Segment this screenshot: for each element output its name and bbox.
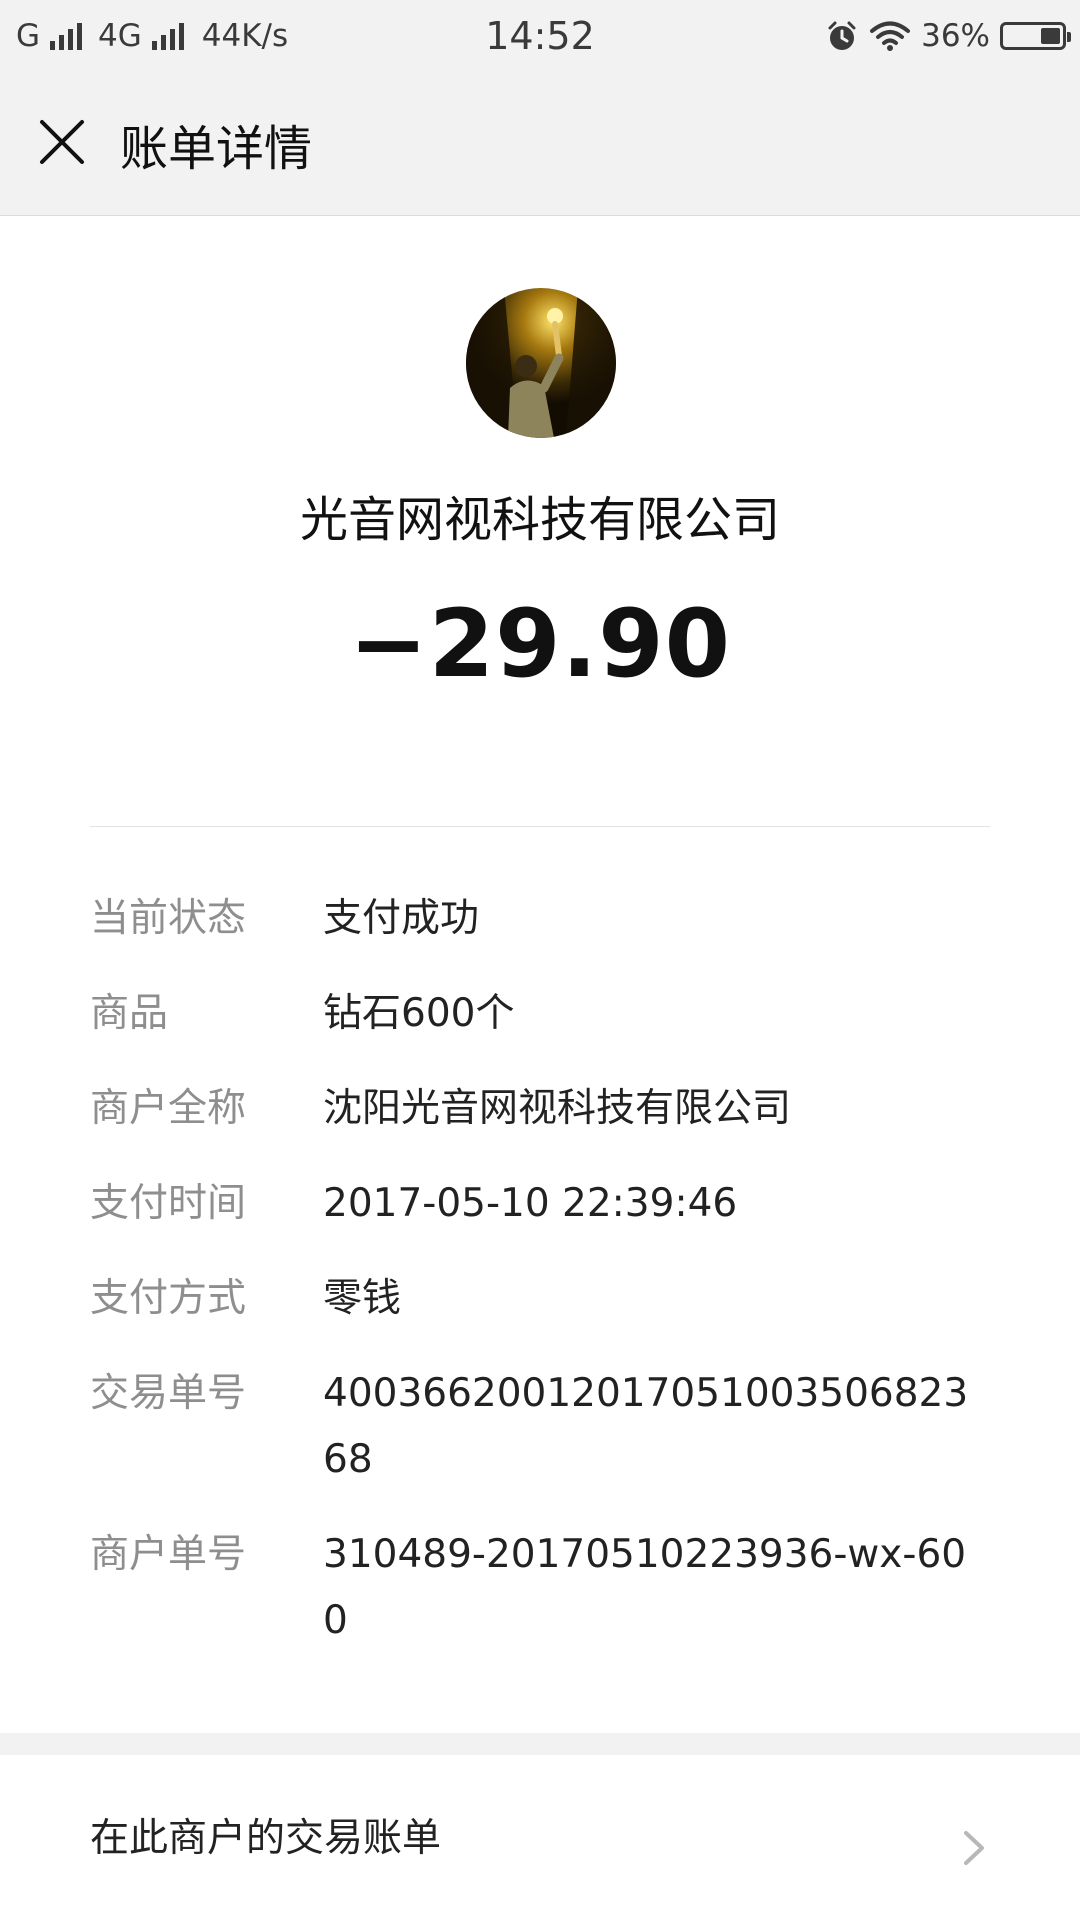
detail-value: 零钱 [323, 1276, 402, 1321]
merchant-name: 光音网视科技有限公司 [299, 492, 780, 548]
detail-value: 支付成功 [323, 896, 480, 941]
detail-label: 当前状态 [90, 896, 247, 941]
battery-icon [1000, 22, 1071, 50]
carrier-label: G [16, 18, 41, 54]
close-icon [40, 120, 84, 164]
detail-label: 商户单号 [90, 1532, 247, 1577]
detail-value: 310489-20170510223936-wx-600 [323, 1532, 967, 1643]
detail-label: 交易单号 [90, 1371, 247, 1416]
merchant-avatar [466, 288, 616, 438]
status-left: G 4G 44K/s [16, 0, 288, 72]
chevron-right-icon [964, 1831, 984, 1865]
detail-row-payment-time: 支付时间 2017-05-10 22:39:46 [90, 1175, 990, 1237]
detail-label: 支付时间 [90, 1181, 247, 1226]
close-button[interactable] [30, 110, 94, 174]
detail-value: 沈阳光音网视科技有限公司 [323, 1086, 792, 1131]
divider [90, 826, 990, 827]
network-speed: 44K/s [201, 18, 289, 54]
transaction-amount: −29.90 [348, 590, 732, 699]
signal-icon [151, 22, 184, 50]
detail-value: 钻石600个 [323, 991, 515, 1036]
nav-bar: 账单详情 [0, 72, 1080, 216]
status-bar: G 4G 44K/s 14:52 36% [0, 0, 1080, 72]
avatar-image [466, 288, 616, 438]
detail-value: 2017-05-10 22:39:46 [323, 1181, 738, 1226]
detail-row-transaction-id: 交易单号 4003662001201705100350682368 [90, 1365, 990, 1493]
detail-label: 商户全称 [90, 1086, 247, 1131]
detail-list: 当前状态 支付成功 商品 钻石600个 商户全称 沈阳光音网视科技有限公司 支付… [90, 890, 990, 1687]
detail-label: 支付方式 [90, 1276, 247, 1321]
detail-row-merchant-full-name: 商户全称 沈阳光音网视科技有限公司 [90, 1080, 990, 1142]
battery-level [1040, 28, 1060, 44]
page-title: 账单详情 [120, 121, 313, 177]
alarm-icon [828, 21, 856, 50]
detail-value: 4003662001201705100350682368 [323, 1371, 969, 1482]
section-separator [0, 1733, 1080, 1755]
battery-percent: 36% [921, 18, 990, 54]
detail-row-product: 商品 钻石600个 [90, 985, 990, 1047]
status-right: 36% [825, 0, 1071, 72]
merchant-bills-label: 在此商户的交易账单 [90, 1816, 442, 1861]
detail-row-merchant-order-id: 商户单号 310489-20170510223936-wx-600 [90, 1526, 990, 1654]
merchant-bills-link[interactable]: 在此商户的交易账单 [0, 1755, 1080, 1920]
network-type-label: 4G [98, 18, 142, 54]
detail-row-status: 当前状态 支付成功 [90, 890, 990, 952]
detail-label: 商品 [90, 991, 169, 1036]
signal-icon [50, 22, 83, 50]
wifi-icon [870, 21, 911, 51]
detail-row-payment-method: 支付方式 零钱 [90, 1270, 990, 1332]
